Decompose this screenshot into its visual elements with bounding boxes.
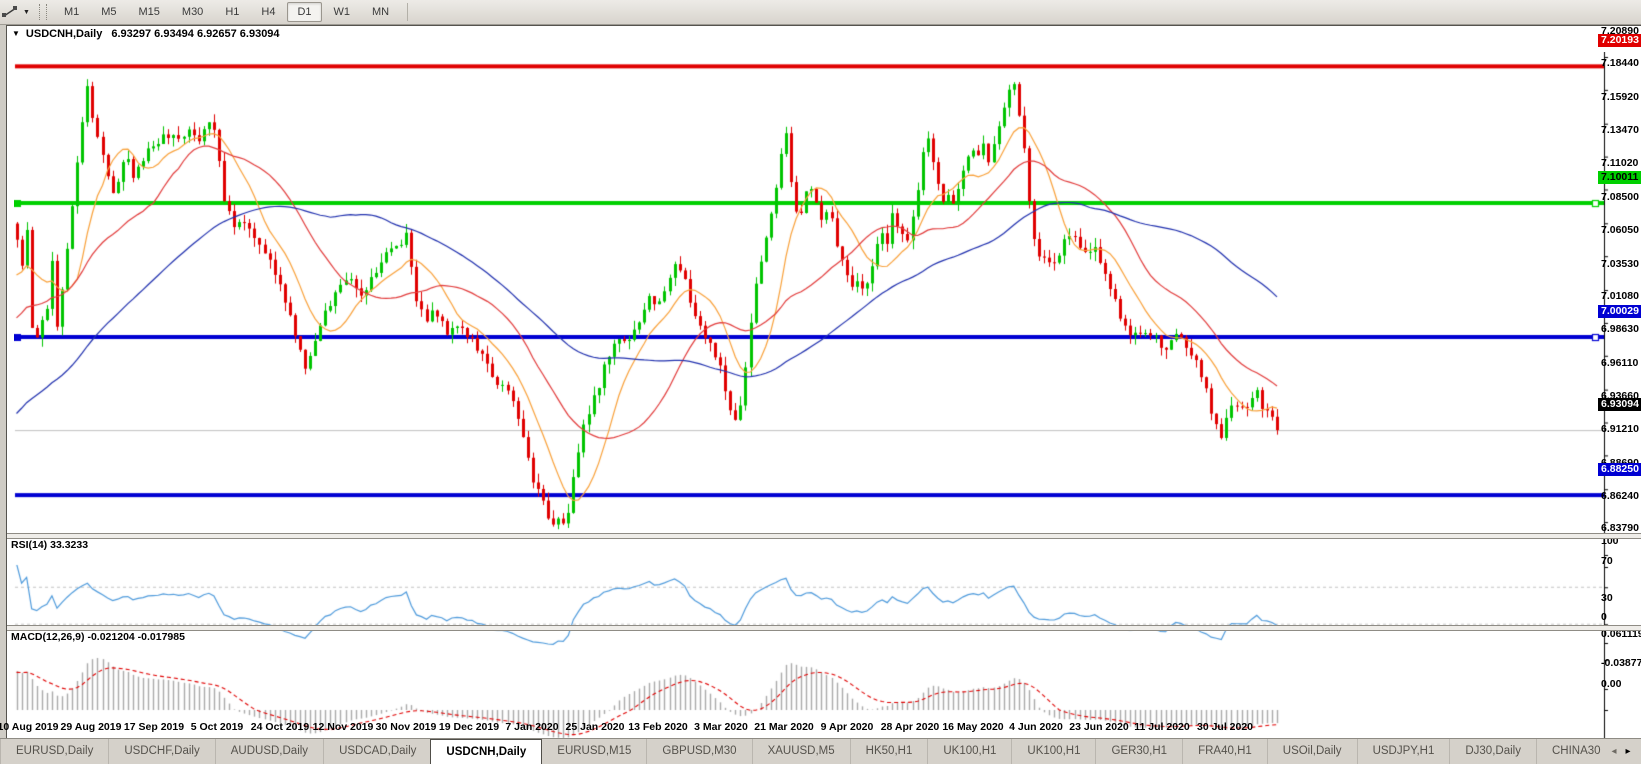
date-tick-label: 11 Jul 2020 [1134, 721, 1189, 734]
price-tick-label: 7.18440 [1601, 57, 1639, 70]
price-tick-label: 7.06050 [1601, 224, 1639, 237]
timeframe-button-mn[interactable]: MN [362, 2, 399, 22]
tab-xauusd-m5-7[interactable]: XAUUSD,M5 [752, 739, 850, 764]
tab-ger30-h1-11[interactable]: GER30,H1 [1095, 739, 1182, 764]
chart-menu-icon[interactable]: ▼ [12, 29, 20, 38]
price-tick-label: 7.13470 [1601, 124, 1639, 137]
macd-name: MACD(12,26,9) [11, 631, 85, 643]
toolbar-grip-handle[interactable] [39, 4, 47, 20]
level-price-tag: 7.10011 [1598, 171, 1641, 184]
trendline-tool-button[interactable] [1, 3, 20, 21]
price-tick-label: 6.96110 [1601, 357, 1638, 370]
rsi-scale-label: 70 [1601, 555, 1613, 568]
pane-splitter-rsi[interactable] [7, 533, 1641, 539]
tab-usdchf-daily-1[interactable]: USDCHF,Daily [108, 739, 214, 764]
mt4-terminal: ▼ M1M5M15M30H1H4D1W1MN ▼ USDCNH,Daily 6.… [0, 0, 1641, 764]
tab-uk100-h1-10[interactable]: UK100,H1 [1011, 739, 1095, 764]
chart-title: ▼ USDCNH,Daily 6.93297 6.93494 6.92657 6… [12, 27, 280, 40]
rsi-scale-label: 30 [1601, 592, 1613, 605]
macd-label: MACD(12,26,9) -0.021204 -0.017985 [11, 631, 185, 644]
tab-fra40-h1-12[interactable]: FRA40,H1 [1182, 739, 1267, 764]
chart-title-symbol: USDCNH,Daily [26, 28, 102, 40]
date-tick-label: 16 May 2020 [942, 721, 1003, 734]
timeframe-button-m15[interactable]: M15 [129, 2, 170, 22]
tab-usdjpy-h1-14[interactable]: USDJPY,H1 [1357, 739, 1450, 764]
chart-canvas[interactable] [14, 52, 1641, 763]
date-tick-label: 10 Aug 2019 [0, 721, 58, 734]
level-price-tag: 7.00029 [1598, 305, 1641, 318]
tab-gbpusd-m30-6[interactable]: GBPUSD,M30 [646, 739, 751, 764]
tab-hk50-h1-8[interactable]: HK50,H1 [850, 739, 928, 764]
tab-bar-tabs: EURUSD,DailyUSDCHF,DailyAUDUSD,DailyUSDC… [1, 739, 1641, 764]
tab-eurusd-daily-0[interactable]: EURUSD,Daily [1, 739, 108, 764]
price-tick-label: 7.03530 [1601, 258, 1639, 271]
date-tick-label: 12 Nov 2019 [313, 721, 374, 734]
price-tick-label: 7.11020 [1601, 157, 1638, 170]
tab-usoil-daily-13[interactable]: USOil,Daily [1267, 739, 1357, 764]
date-tick-label: 17 Sep 2019 [124, 721, 184, 734]
date-tick-label: 3 Mar 2020 [694, 721, 748, 734]
date-tick-label: 29 Aug 2019 [61, 721, 122, 734]
tab-scroll-buttons: ◂ ▸ [1601, 739, 1641, 764]
timeframe-button-h4[interactable]: H4 [251, 2, 285, 22]
macd-scale-label: -0.038777 [1601, 657, 1641, 670]
tab-dj30-daily-15[interactable]: DJ30,Daily [1449, 739, 1536, 764]
timeframe-button-w1[interactable]: W1 [324, 2, 361, 22]
price-tick-label: 6.91210 [1601, 423, 1639, 436]
date-tick-label: 23 Jun 2020 [1069, 721, 1129, 734]
date-tick-label: 4 Jun 2020 [1009, 721, 1063, 734]
date-tick-label: 9 Apr 2020 [821, 721, 874, 734]
tab-audusd-daily-2[interactable]: AUDUSD,Daily [215, 739, 323, 764]
date-tick-label: 28 Apr 2020 [881, 721, 940, 734]
macd-scale-label: 0.00 [1601, 678, 1621, 691]
level-price-tag: 7.20193 [1598, 34, 1641, 47]
price-tick-label: 6.98630 [1601, 323, 1639, 336]
tab-usdcad-daily-3[interactable]: USDCAD,Daily [323, 739, 431, 764]
period-toolbar: ▼ M1M5M15M30H1H4D1W1MN [0, 0, 1641, 25]
rsi-label: RSI(14) 33.3233 [11, 539, 88, 552]
timeframe-button-m30[interactable]: M30 [172, 2, 213, 22]
timeframe-buttons: M1M5M15M30H1H4D1W1MN [53, 2, 400, 22]
rsi-scale-label: 0 [1601, 611, 1607, 624]
price-tick-label: 7.01080 [1601, 290, 1639, 303]
timeframe-button-m5[interactable]: M5 [91, 2, 126, 22]
price-tick-label: 7.15920 [1601, 91, 1639, 104]
date-tick-label: 24 Oct 2019 [251, 721, 309, 734]
trendline-tool-icon [2, 5, 19, 19]
date-tick-label: 19 Dec 2019 [439, 721, 499, 734]
chart-title-ohlc: 6.93297 6.93494 6.92657 6.93094 [111, 28, 279, 40]
timeframe-button-m1[interactable]: M1 [54, 2, 89, 22]
timeframe-button-d1[interactable]: D1 [287, 2, 321, 22]
date-tick-label: 7 Jan 2020 [505, 721, 558, 734]
toolbar-separator [407, 3, 408, 21]
current-price-tag: 6.93094 [1598, 398, 1641, 411]
date-tick-label: 13 Feb 2020 [628, 721, 688, 734]
date-tick-label: 30 Nov 2019 [376, 721, 437, 734]
tab-uk100-h1-9[interactable]: UK100,H1 [927, 739, 1011, 764]
rsi-name: RSI(14) [11, 539, 47, 551]
price-tick-label: 7.08500 [1601, 191, 1639, 204]
price-tick-label: 6.86240 [1601, 490, 1639, 503]
chart-tab-bar: EURUSD,DailyUSDCHF,DailyAUDUSD,DailyUSDC… [0, 738, 1641, 764]
tab-usdcnh-daily-4[interactable]: USDCNH,Daily [430, 739, 542, 764]
timeframe-button-h1[interactable]: H1 [215, 2, 249, 22]
date-tick-label: 25 Jan 2020 [566, 721, 625, 734]
rsi-value: 33.3233 [50, 539, 88, 551]
date-tick-label: 30 Jul 2020 [1197, 721, 1253, 734]
tab-scroll-right-icon[interactable]: ▸ [1626, 746, 1631, 757]
chart-window [6, 25, 1641, 740]
level-price-tag: 6.88250 [1598, 463, 1641, 476]
pane-splitter-macd[interactable] [7, 625, 1641, 631]
date-tick-label: 5 Oct 2019 [191, 721, 244, 734]
date-tick-label: 21 Mar 2020 [754, 721, 814, 734]
tab-scroll-left-icon[interactable]: ◂ [1611, 746, 1616, 757]
chevron-down-icon[interactable]: ▼ [23, 9, 30, 16]
macd-values: -0.021204 -0.017985 [87, 631, 185, 643]
tab-eurusd-m15-5[interactable]: EURUSD,M15 [542, 739, 646, 764]
